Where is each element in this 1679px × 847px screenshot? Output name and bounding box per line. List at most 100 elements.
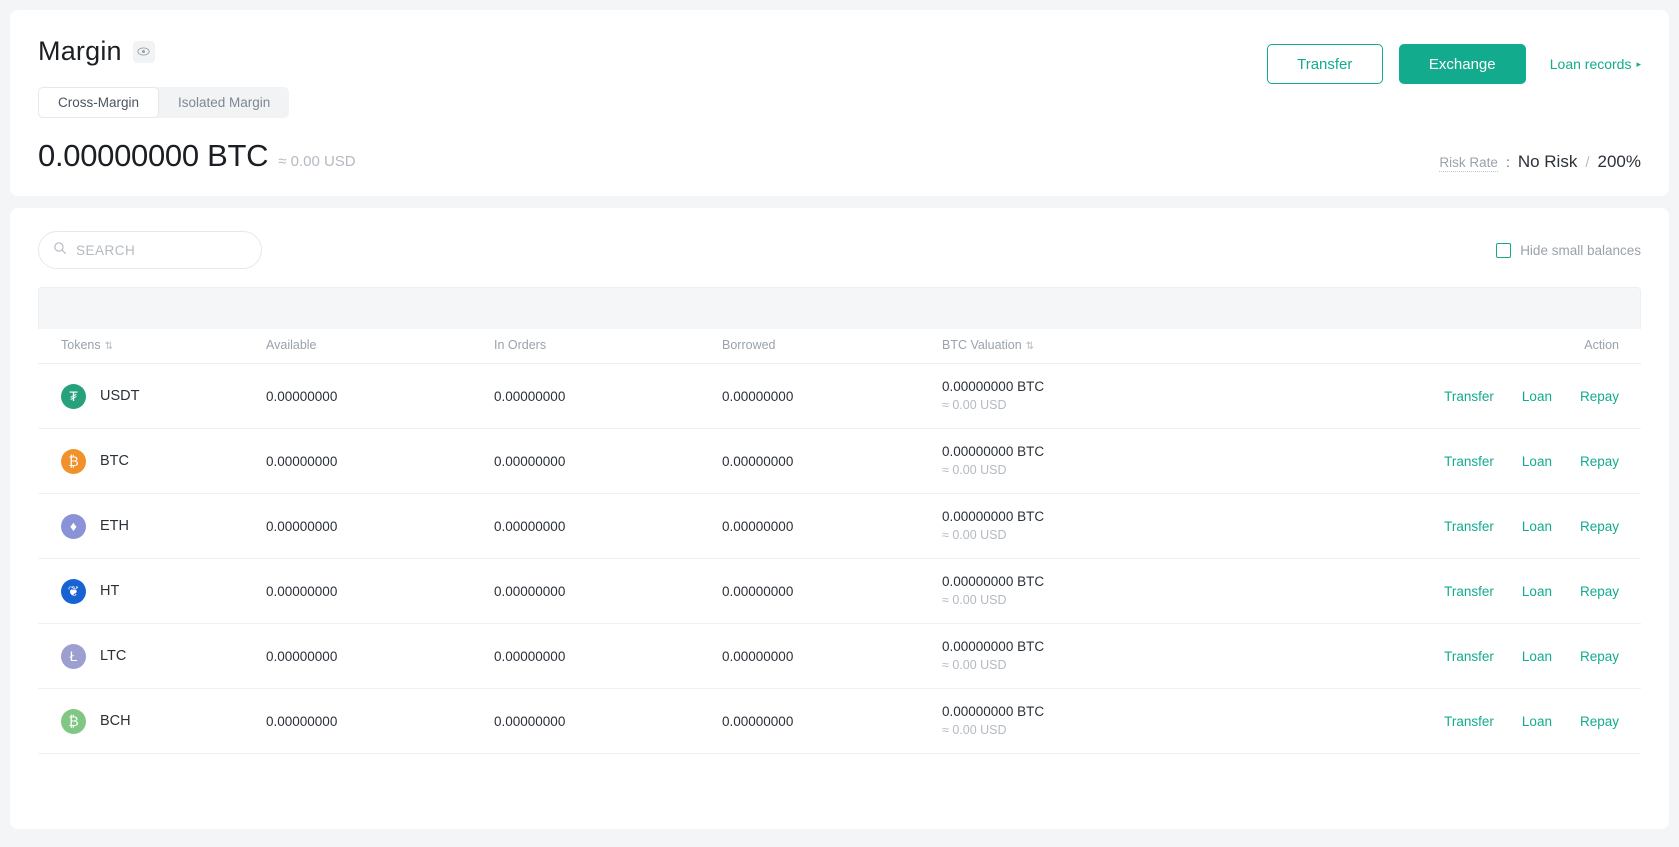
eye-icon[interactable] [132, 40, 155, 63]
total-balance-usd: ≈ 0.00 USD [278, 153, 356, 170]
action-loan-usdt[interactable]: Loan [1522, 389, 1552, 404]
assets-card: Hide small balances Tokens ⇅ Available In… [10, 208, 1669, 829]
column-header-borrowed: Borrowed [722, 329, 942, 364]
valuation-usd: ≈ 0.00 USD [942, 723, 1007, 738]
cell-in-orders: 0.00000000 [494, 623, 722, 689]
action-transfer-btc[interactable]: Transfer [1444, 454, 1494, 469]
cell-in-orders: 0.00000000 [494, 558, 722, 624]
assets-table: Tokens ⇅ Available In Orders Borrowed BTC… [38, 287, 1641, 754]
margin-summary-card: Margin Transfer Exchange Loan records ▸ … [10, 10, 1669, 196]
cell-btc-valuation: 0.00000000 BTC ≈ 0.00 USD [942, 428, 1362, 494]
risk-rate-colon: : [1505, 154, 1510, 170]
risk-rate-label: Risk Rate [1439, 155, 1498, 172]
cell-borrowed: 0.00000000 [722, 558, 942, 624]
search-input[interactable] [76, 242, 247, 258]
table-row: ❦ HT 0.00000000 0.00000000 0.00000000 0.… [38, 558, 1641, 624]
action-repay-btc[interactable]: Repay [1580, 454, 1619, 469]
valuation-usd: ≈ 0.00 USD [942, 593, 1007, 608]
action-loan-ltc[interactable]: Loan [1522, 649, 1552, 664]
usdt-icon: ₮ [61, 383, 86, 409]
cell-btc-valuation: 0.00000000 BTC ≈ 0.00 USD [942, 558, 1362, 624]
cell-in-orders: 0.00000000 [494, 363, 722, 429]
cell-borrowed: 0.00000000 [722, 493, 942, 559]
table-row: ₿ BCH 0.00000000 0.00000000 0.00000000 0… [38, 688, 1641, 754]
risk-rate-block: Risk Rate : No Risk / 200% [1439, 152, 1641, 172]
cell-token: ♦ ETH [38, 493, 266, 559]
action-loan-btc[interactable]: Loan [1522, 454, 1552, 469]
action-transfer-ht[interactable]: Transfer [1444, 584, 1494, 599]
transfer-button[interactable]: Transfer [1266, 44, 1383, 84]
action-repay-ltc[interactable]: Repay [1580, 649, 1619, 664]
eth-icon: ♦ [61, 513, 86, 539]
sort-icon-btc-valuation[interactable]: ⇅ [1026, 342, 1034, 352]
action-repay-eth[interactable]: Repay [1580, 519, 1619, 534]
table-body: ₮ USDT 0.00000000 0.00000000 0.00000000 … [38, 363, 1641, 754]
table-header-row: Tokens ⇅ Available In Orders Borrowed BTC… [38, 329, 1641, 364]
valuation-usd: ≈ 0.00 USD [942, 398, 1007, 413]
cell-btc-valuation: 0.00000000 BTC ≈ 0.00 USD [942, 363, 1362, 429]
action-transfer-eth[interactable]: Transfer [1444, 519, 1494, 534]
cell-available: 0.00000000 [266, 688, 494, 754]
table-row: Ł LTC 0.00000000 0.00000000 0.00000000 0… [38, 623, 1641, 689]
tab-cross-margin[interactable]: Cross-Margin [38, 87, 160, 118]
cell-in-orders: 0.00000000 [494, 493, 722, 559]
chevron-right-icon: ▸ [1636, 58, 1641, 69]
cell-borrowed: 0.00000000 [722, 623, 942, 689]
token-name: ETH [100, 518, 129, 534]
cell-in-orders: 0.00000000 [494, 428, 722, 494]
column-header-in-orders: In Orders [494, 329, 722, 364]
cell-borrowed: 0.00000000 [722, 363, 942, 429]
hide-small-balances-toggle[interactable]: Hide small balances [1496, 242, 1641, 258]
action-loan-ht[interactable]: Loan [1522, 584, 1552, 599]
action-loan-bch[interactable]: Loan [1522, 714, 1552, 729]
hide-small-balances-label: Hide small balances [1520, 242, 1641, 258]
column-header-action: Action [1362, 329, 1641, 364]
ltc-icon: Ł [61, 643, 86, 669]
action-loan-eth[interactable]: Loan [1522, 519, 1552, 534]
cell-action: Transfer Loan Repay [1362, 558, 1641, 624]
valuation-btc: 0.00000000 BTC [942, 508, 1045, 524]
cell-available: 0.00000000 [266, 623, 494, 689]
cell-btc-valuation: 0.00000000 BTC ≈ 0.00 USD [942, 688, 1362, 754]
total-balance: 0.00000000 BTC [38, 138, 269, 173]
margin-mode-tabs: Cross-Margin Isolated Margin [38, 87, 290, 118]
cell-available: 0.00000000 [266, 428, 494, 494]
table-banner [38, 287, 1641, 329]
cell-action: Transfer Loan Repay [1362, 493, 1641, 559]
cell-token: ₮ USDT [38, 363, 266, 429]
valuation-usd: ≈ 0.00 USD [942, 463, 1007, 478]
bch-icon: ₿ [61, 708, 86, 734]
risk-rate-value: No Risk [1517, 152, 1578, 171]
hide-small-balances-checkbox[interactable] [1496, 242, 1512, 258]
valuation-btc: 0.00000000 BTC [942, 703, 1045, 719]
risk-rate-percent: 200% [1597, 152, 1641, 171]
cell-token: ₿ BCH [38, 688, 266, 754]
action-repay-ht[interactable]: Repay [1580, 584, 1619, 599]
valuation-btc: 0.00000000 BTC [942, 573, 1045, 589]
action-repay-bch[interactable]: Repay [1580, 714, 1619, 729]
column-label-btc-valuation: BTC Valuation [942, 338, 1022, 352]
column-label-tokens: Tokens [61, 338, 101, 352]
action-repay-usdt[interactable]: Repay [1580, 389, 1619, 404]
sort-icon-tokens[interactable]: ⇅ [105, 342, 113, 352]
token-name: BCH [100, 713, 131, 729]
action-transfer-usdt[interactable]: Transfer [1444, 389, 1494, 404]
valuation-usd: ≈ 0.00 USD [942, 658, 1007, 673]
search-box[interactable] [38, 231, 262, 269]
cell-action: Transfer Loan Repay [1362, 428, 1641, 494]
cell-available: 0.00000000 [266, 558, 494, 624]
column-header-btc-valuation[interactable]: BTC Valuation ⇅ [942, 329, 1362, 364]
cell-token: ₿ BTC [38, 428, 266, 494]
page-root: Margin Transfer Exchange Loan records ▸ … [0, 0, 1679, 847]
table-row: ₿ BTC 0.00000000 0.00000000 0.00000000 0… [38, 428, 1641, 494]
tab-isolated-margin[interactable]: Isolated Margin [159, 87, 289, 118]
column-header-tokens[interactable]: Tokens ⇅ [38, 329, 266, 364]
cell-borrowed: 0.00000000 [722, 428, 942, 494]
exchange-button[interactable]: Exchange [1398, 44, 1526, 84]
valuation-btc: 0.00000000 BTC [942, 443, 1045, 459]
token-name: BTC [100, 453, 129, 469]
cell-available: 0.00000000 [266, 493, 494, 559]
action-transfer-ltc[interactable]: Transfer [1444, 649, 1494, 664]
loan-records-link[interactable]: Loan records ▸ [1550, 56, 1641, 72]
action-transfer-bch[interactable]: Transfer [1444, 714, 1494, 729]
